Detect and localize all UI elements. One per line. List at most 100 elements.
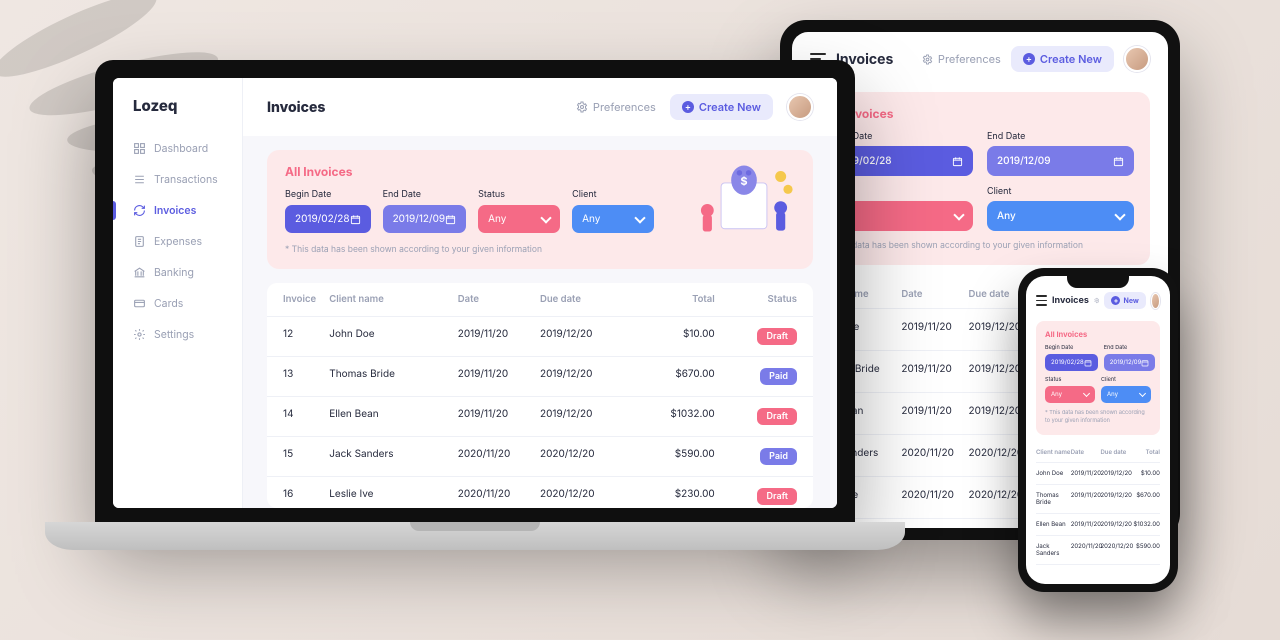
- status-badge: Paid: [760, 368, 797, 385]
- chevron-down-icon: [1139, 389, 1146, 396]
- refresh-icon: [133, 204, 146, 217]
- phone-screen: Invoices + New All Invoices Begin Date 2…: [1026, 276, 1170, 584]
- table-row[interactable]: 15Jack Sanders2020/11/202020/12/20$590.0…: [267, 437, 813, 477]
- status-badge: Draft: [757, 488, 797, 505]
- plus-icon: +: [1023, 53, 1035, 65]
- create-new-button[interactable]: + New: [1104, 292, 1145, 309]
- chevron-down-icon: [1083, 389, 1090, 396]
- page-title: Invoices: [267, 99, 576, 116]
- status-label: Status: [478, 189, 560, 200]
- begin-date-picker[interactable]: 2019/02/28: [285, 205, 371, 233]
- grid-icon: [133, 142, 146, 155]
- end-date-label: End Date: [1104, 345, 1156, 351]
- laptop-base: [45, 522, 905, 550]
- plus-icon: +: [682, 101, 694, 113]
- avatar[interactable]: [1124, 46, 1150, 72]
- status-select[interactable]: Any: [478, 205, 560, 233]
- begin-date-label: Begin Date: [285, 189, 371, 200]
- preferences-button[interactable]: Preferences: [576, 100, 656, 114]
- sidebar-item-label: Settings: [154, 328, 194, 341]
- create-new-button[interactable]: + Create New: [1011, 46, 1114, 72]
- filter-note: * This data has been shown according to …: [1045, 409, 1151, 426]
- client-select[interactable]: Any: [572, 205, 654, 233]
- table-row[interactable]: Thomas Bride2019/11/202019/12/20$670.00: [1036, 485, 1160, 514]
- menu-icon[interactable]: [1036, 295, 1047, 306]
- filter-title: All Invoices: [1045, 330, 1151, 339]
- gear-icon[interactable]: [1094, 295, 1100, 306]
- invoices-table: Invoice Client name Date Due date Total …: [267, 283, 813, 508]
- status-badge: Draft: [757, 328, 797, 345]
- filter-illustration: $: [689, 160, 799, 240]
- preferences-button[interactable]: Preferences: [922, 52, 1001, 66]
- calendar-icon: [1084, 359, 1092, 367]
- sidebar-item-label: Expenses: [154, 235, 202, 248]
- table-header-row: Invoice Client name Date Due date Total …: [267, 283, 813, 317]
- chevron-down-icon: [540, 212, 551, 223]
- phone-device: Invoices + New All Invoices Begin Date 2…: [1018, 268, 1178, 592]
- filter-note: * This data has been shown according to …: [826, 241, 1134, 251]
- end-date-picker[interactable]: 2019/12/09: [987, 146, 1134, 176]
- filter-card: All Invoices Begin Date 2019/02/28 End D…: [1036, 321, 1160, 435]
- laptop-screen: Lozeq DashboardTransactions Invoices Expen…: [113, 78, 837, 508]
- calendar-icon: [1113, 156, 1124, 167]
- avatar[interactable]: [787, 94, 813, 120]
- svg-text:$: $: [740, 174, 747, 188]
- list-icon: [133, 173, 146, 186]
- table-row[interactable]: Jack Sanders2020/11/202020/12/20$590.00: [1036, 536, 1160, 565]
- calendar-icon: [1141, 359, 1149, 367]
- client-label: Client: [572, 189, 654, 200]
- status-badge: Draft: [757, 408, 797, 425]
- main-pane: Invoices Preferences + Create New All In…: [243, 78, 837, 508]
- end-date-label: End Date: [383, 189, 467, 200]
- end-date-picker[interactable]: 2019/12/09: [1104, 354, 1156, 371]
- sidebar: Lozeq DashboardTransactions Invoices Expen…: [113, 78, 243, 508]
- phone-notch: [1067, 276, 1129, 288]
- phone-table: Client name Date Due date Total John Doe…: [1026, 439, 1170, 569]
- table-row[interactable]: 16Leslie Ive2020/11/202020/12/20$230.00D…: [267, 477, 813, 508]
- table-row[interactable]: 13Thomas Bride2019/11/202019/12/20$670.0…: [267, 357, 813, 397]
- sidebar-item-label: Invoices: [154, 204, 196, 217]
- avatar[interactable]: [1151, 293, 1160, 309]
- chevron-down-icon: [634, 212, 645, 223]
- table-row[interactable]: 12John Doe2019/11/202019/12/20$10.00Draf…: [267, 317, 813, 357]
- sidebar-item-label: Banking: [154, 266, 194, 279]
- plus-icon: +: [1111, 296, 1120, 305]
- calendar-icon: [445, 214, 456, 225]
- gear-icon: [133, 328, 146, 341]
- status-badge: Paid: [760, 448, 797, 465]
- card-icon: [133, 297, 146, 310]
- sidebar-item-transactions[interactable]: Transactions: [113, 164, 242, 195]
- status-label: Status: [1045, 377, 1095, 383]
- sidebar-item-label: Cards: [154, 297, 183, 310]
- client-select[interactable]: Any: [987, 201, 1134, 231]
- sidebar-item-expenses[interactable]: Expenses: [113, 226, 242, 257]
- chevron-down-icon: [953, 209, 964, 220]
- end-date-picker[interactable]: 2019/12/09: [383, 205, 467, 233]
- sidebar-item-cards[interactable]: Cards: [113, 288, 242, 319]
- begin-date-label: Begin Date: [1045, 345, 1098, 351]
- filter-card: All Invoices Begin Date 2019/02/28 End D…: [810, 92, 1150, 265]
- sidebar-item-banking[interactable]: Banking: [113, 257, 242, 288]
- calendar-icon: [350, 214, 361, 225]
- end-date-label: End Date: [987, 131, 1134, 142]
- sidebar-item-dashboard[interactable]: Dashboard: [113, 133, 242, 164]
- table-row[interactable]: John Doe2019/11/202019/12/20$10.00: [1036, 463, 1160, 485]
- sidebar-item-settings[interactable]: Settings: [113, 319, 242, 350]
- table-header-row: Client name Date Due date Total: [1036, 443, 1160, 463]
- table-row[interactable]: 14Ellen Bean2019/11/202019/12/20$1032.00…: [267, 397, 813, 437]
- chevron-down-icon: [1114, 209, 1125, 220]
- bank-icon: [133, 266, 146, 279]
- gear-icon: [576, 101, 588, 113]
- client-select[interactable]: Any: [1101, 386, 1151, 403]
- filter-title: All Invoices: [826, 106, 1134, 121]
- table-row[interactable]: Ellen Bean2019/11/202019/12/20$1032.00: [1036, 514, 1160, 536]
- begin-date-picker[interactable]: 2019/02/28: [1045, 354, 1098, 371]
- create-new-button[interactable]: + Create New: [670, 94, 773, 120]
- sidebar-item-invoices[interactable]: Invoices: [113, 195, 242, 226]
- receipt-icon: [133, 235, 146, 248]
- client-label: Client: [1101, 377, 1151, 383]
- gear-icon: [922, 54, 933, 65]
- status-select[interactable]: Any: [1045, 386, 1095, 403]
- calendar-icon: [952, 156, 963, 167]
- app-logo: Lozeq: [113, 96, 242, 133]
